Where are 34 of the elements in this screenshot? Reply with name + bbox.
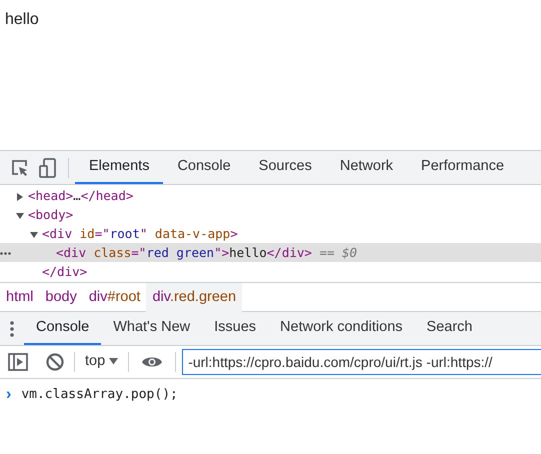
block-icon xyxy=(46,353,64,371)
panel-tab[interactable]: Performance xyxy=(407,151,518,184)
panel-tab[interactable]: Sources xyxy=(244,151,326,184)
more-vertical-icon xyxy=(10,320,14,336)
context-dropdown[interactable]: top xyxy=(81,351,122,373)
drawer-tab[interactable]: Network conditions xyxy=(268,312,415,345)
prompt-icon: › xyxy=(6,383,12,407)
dom-node-line[interactable]: <div id="root" data-v-app> xyxy=(42,226,238,241)
breadcrumb-link[interactable]: body xyxy=(39,283,83,312)
caret-icon xyxy=(109,357,118,366)
filter-field[interactable]: -url:https://cpro.baidu.com/cpro/ui/rt.js -url:https:// xyxy=(182,349,541,375)
inspect-icon xyxy=(10,158,30,178)
breadcrumb-link[interactable]: div#root xyxy=(82,283,146,312)
panel-tab[interactable]: Elements xyxy=(75,151,164,184)
panel-tab[interactable]: Network xyxy=(326,151,408,184)
dom-node-line[interactable]: <head>…</head> xyxy=(28,188,134,203)
sidebar-icon xyxy=(8,353,28,371)
dom-node-line[interactable]: <body> xyxy=(28,207,74,222)
page-text: hello xyxy=(5,11,39,28)
breadcrumb-link[interactable]: div.red.green xyxy=(146,283,242,312)
drawer-tab[interactable]: Console xyxy=(24,312,102,345)
dom-node-line[interactable]: </div> xyxy=(42,264,88,279)
console-input-text: vm.classArray.pop(); xyxy=(21,386,178,404)
expand-arrow-icon[interactable] xyxy=(16,212,24,220)
drawer-tab[interactable]: Search xyxy=(414,312,484,345)
eye-icon xyxy=(141,355,164,369)
expand-arrow-icon[interactable] xyxy=(30,231,38,240)
drawer-tab[interactable]: What's New xyxy=(101,312,202,345)
expand-arrow-icon[interactable] xyxy=(16,193,24,202)
panel-tab[interactable]: Console xyxy=(163,151,245,184)
breadcrumb-link[interactable]: html xyxy=(0,283,40,312)
device-icon xyxy=(38,156,58,178)
more-icon[interactable] xyxy=(0,252,11,256)
drawer-tab[interactable]: Issues xyxy=(202,312,268,345)
